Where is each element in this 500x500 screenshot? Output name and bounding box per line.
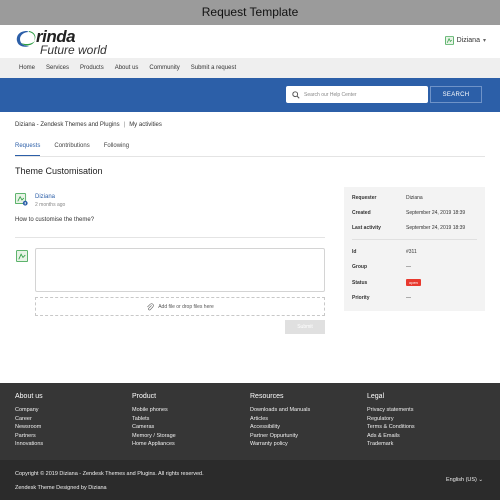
detail-value: #311 [406, 249, 417, 255]
status-badge: open [406, 279, 421, 286]
nav-item-about-us[interactable]: About us [115, 65, 139, 71]
detail-value: Diziana [406, 195, 423, 201]
footer-link[interactable]: Warranty policy [250, 440, 360, 449]
detail-label: Requester [352, 195, 377, 201]
detail-created: Created September 24, 2019 18:39 [352, 210, 465, 216]
footer-link[interactable]: Career [15, 415, 125, 424]
breadcrumb-home[interactable]: Diziana - Zendesk Themes and Plugins [15, 122, 120, 128]
footer-link[interactable]: Tablets [132, 415, 242, 424]
footer-col-product: Product Mobile phones Tablets Cameras Me… [132, 393, 242, 449]
footer-bottom-bar [0, 460, 500, 500]
language-selector[interactable]: English (US) ⌄ [446, 477, 483, 483]
comment-divider [15, 237, 325, 238]
footer-col-legal: Legal Privacy statements Regulatory Term… [367, 393, 477, 449]
tab-following[interactable]: Following [104, 143, 129, 156]
footer-link[interactable]: Innovations [15, 440, 125, 449]
window-title: Request Template [0, 0, 500, 25]
nav-item-community[interactable]: Community [149, 65, 179, 71]
footer-link[interactable]: Regulatory [367, 415, 477, 424]
brand-tagline: Future world [40, 43, 107, 57]
detail-value: — [406, 295, 411, 301]
footer-link[interactable]: Cameras [132, 423, 242, 432]
detail-id: Id #311 [352, 249, 417, 255]
detail-value: September 24, 2019 18:39 [406, 225, 466, 231]
footer-link[interactable]: Home Appliances [132, 440, 242, 449]
search-box[interactable] [286, 86, 428, 103]
copyright-text: Copyright © 2019 Diziana - Zendesk Theme… [15, 471, 204, 477]
footer-link[interactable]: Terms & Conditions [367, 423, 477, 432]
detail-label: Id [352, 249, 357, 255]
tab-requests[interactable]: Requests [15, 143, 41, 156]
tab-contributions[interactable]: Contributions [54, 143, 89, 156]
footer-link[interactable]: Trademark [367, 440, 477, 449]
chevron-down-icon: ▾ [482, 38, 486, 44]
comment-avatar-icon [15, 193, 28, 206]
nav-item-products[interactable]: Products [80, 65, 104, 71]
footer-col-resources: Resources Downloads and Manuals Articles… [250, 393, 360, 449]
brand-logo[interactable]: rinda Future world [15, 28, 125, 57]
footer-heading: Resources [250, 393, 284, 400]
footer-link[interactable]: Ads & Emails [367, 432, 477, 441]
footer-link[interactable]: Accessibility [250, 423, 360, 432]
comment-time: 2 months ago [35, 202, 66, 208]
search-icon [292, 90, 300, 99]
user-avatar-icon [444, 36, 454, 45]
detail-value: September 24, 2019 18:39 [406, 210, 466, 216]
footer-link[interactable]: Newsroom [15, 423, 125, 432]
detail-requester: Requester Diziana [352, 195, 423, 201]
detail-value: — [406, 264, 411, 270]
tabs-divider [15, 156, 485, 157]
main-nav: Home Services Products About us Communit… [0, 58, 500, 78]
user-name: Diziana [456, 37, 480, 44]
detail-label: Last activity [352, 225, 381, 231]
attach-label: Add file or drop files here [158, 303, 214, 310]
nav-item-services[interactable]: Services [46, 65, 69, 71]
user-menu[interactable]: Diziana ▾ [444, 36, 486, 45]
reply-avatar-icon [16, 250, 28, 262]
footer-heading: Product [132, 393, 157, 400]
detail-status: Status open [352, 279, 421, 286]
paperclip-icon [147, 302, 154, 310]
footer-link[interactable]: Privacy statements [367, 406, 477, 415]
request-details-panel: Requester Diziana Created September 24, 20… [344, 187, 485, 311]
detail-label: Priority [352, 295, 370, 301]
site-header: rinda Future world Diziana ▾ [0, 25, 500, 58]
breadcrumb: Diziana - Zendesk Themes and Plugins | My … [15, 122, 162, 128]
footer-link[interactable]: Articles [250, 415, 360, 424]
search-button[interactable]: SEARCH [430, 86, 482, 103]
detail-group: Group — [352, 264, 411, 270]
details-divider [352, 239, 477, 240]
comment-author[interactable]: Diziana [35, 194, 55, 200]
comment-body: How to customise the theme? [15, 217, 95, 223]
nav-item-submit-request[interactable]: Submit a request [191, 65, 236, 71]
detail-label: Created [352, 210, 371, 216]
footer-link[interactable]: Partners [15, 432, 125, 441]
footer-col-about: About us Company Career Newsroom Partner… [15, 393, 125, 449]
search-input[interactable] [304, 91, 424, 98]
footer-heading: Legal [367, 393, 385, 400]
detail-priority: Priority — [352, 295, 411, 301]
submit-button[interactable]: Submit [285, 320, 325, 334]
breadcrumb-separator: | [123, 122, 126, 128]
reply-textarea[interactable] [35, 248, 325, 292]
request-title: Theme Customisation [15, 166, 103, 176]
nav-item-home[interactable]: Home [19, 65, 35, 71]
breadcrumb-activities[interactable]: My activities [129, 122, 162, 128]
detail-label: Status [352, 280, 368, 286]
detail-last-activity: Last activity September 24, 2019 18:39 [352, 225, 465, 231]
footer-link[interactable]: Mobile phones [132, 406, 242, 415]
footer-link[interactable]: Downloads and Manuals [250, 406, 360, 415]
footer-link[interactable]: Partner Oppurtunity [250, 432, 360, 441]
detail-label: Group [352, 264, 367, 270]
designed-by-text: Zendesk Theme Designed by Diziana [15, 485, 107, 491]
attach-dropzone[interactable]: Add file or drop files here [35, 297, 325, 316]
footer-heading: About us [15, 393, 43, 400]
footer-link[interactable]: Memory / Storage [132, 432, 242, 441]
footer-link[interactable]: Company [15, 406, 125, 415]
activity-tabs: Requests Contributions Following [15, 143, 143, 156]
